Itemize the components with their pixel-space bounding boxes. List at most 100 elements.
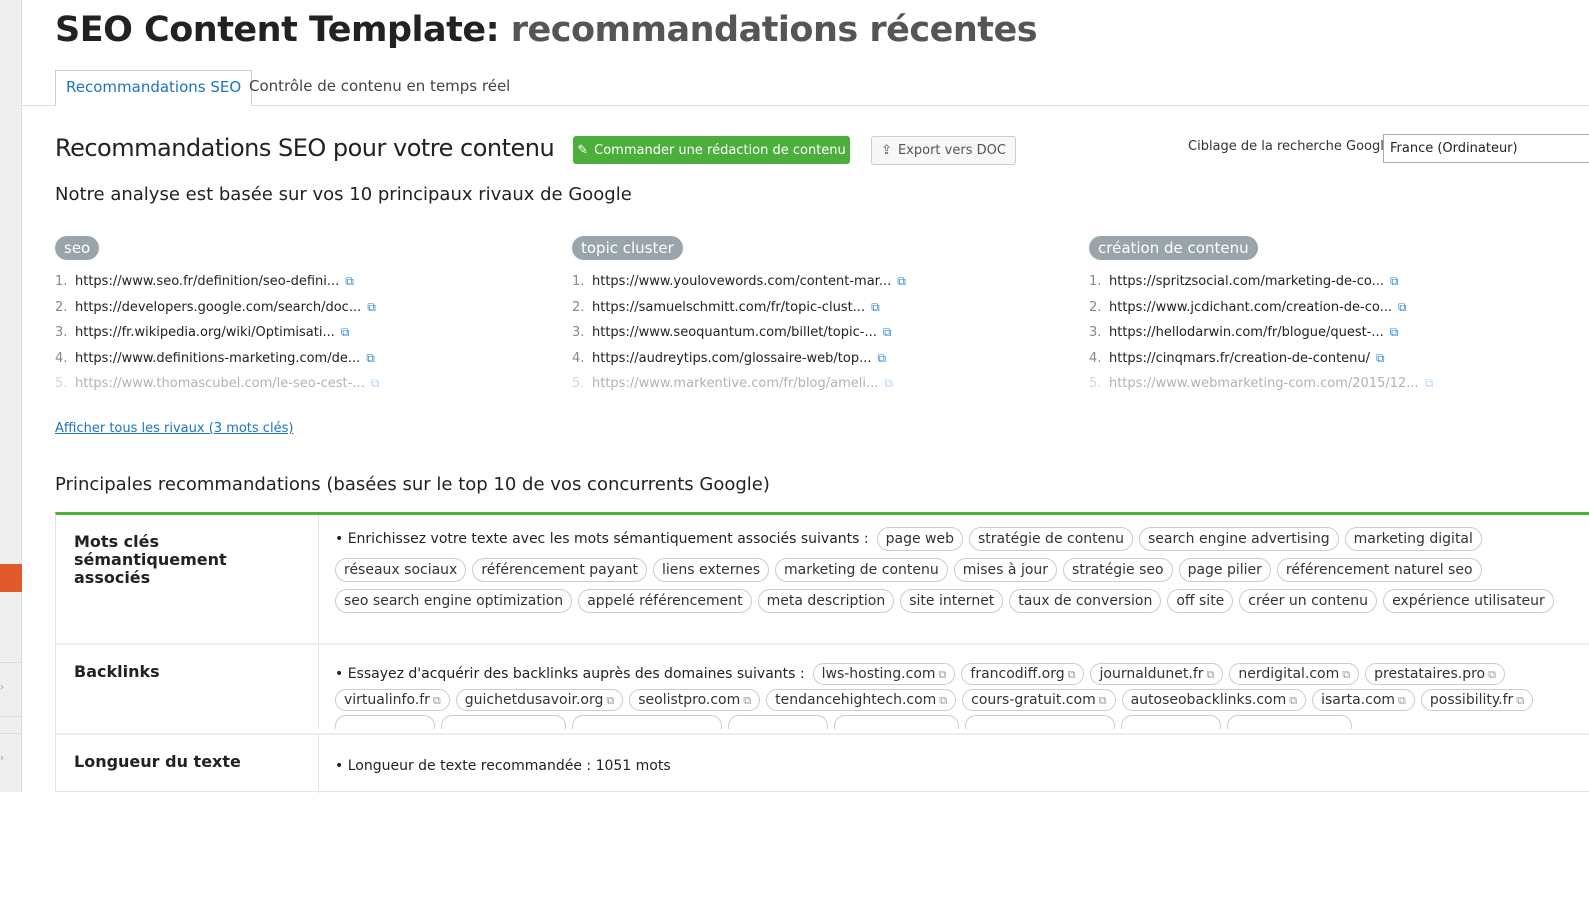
semantic-lead: • Enrichissez votre texte avec les mots … xyxy=(335,531,869,547)
semantic-term-chip[interactable]: mises à jour xyxy=(953,558,1058,582)
backlink-domain-chip[interactable]: seolistpro.com ⧉ xyxy=(629,689,761,711)
backlink-domain-chip[interactable]: prestataires.pro ⧉ xyxy=(1365,663,1505,685)
external-link-icon[interactable]: ⧉ xyxy=(1376,351,1385,365)
rival-url[interactable]: https://samuelschmitt.com/fr/topic-clust… xyxy=(592,300,865,315)
external-link-icon[interactable]: ⧉ xyxy=(371,376,380,390)
external-link-icon[interactable]: ⧉ xyxy=(877,351,886,365)
external-link-icon[interactable]: ⧉ xyxy=(1068,668,1076,681)
external-link-icon[interactable]: ⧉ xyxy=(341,325,350,339)
external-link-icon[interactable]: ⧉ xyxy=(1390,325,1399,339)
semantic-term-chip[interactable]: seo search engine optimization xyxy=(335,589,573,613)
row-backlinks: Backlinks • Essayez d'acquérir des backl… xyxy=(56,645,1589,735)
backlink-domain-chip[interactable]: journaldunet.fr ⧉ xyxy=(1090,663,1224,685)
rival-url[interactable]: https://cinqmars.fr/creation-de-contenu/ xyxy=(1109,351,1370,366)
external-link-icon[interactable]: ⧉ xyxy=(1425,376,1434,390)
domain-label: virtualinfo.fr xyxy=(344,692,430,708)
semantic-term-chip[interactable]: page pilier xyxy=(1178,558,1271,582)
external-link-icon[interactable]: ⧉ xyxy=(939,694,947,707)
backlink-domain-chip-clipped[interactable] xyxy=(572,715,722,729)
external-link-icon[interactable]: ⧉ xyxy=(606,694,614,707)
backlink-domain-chip-clipped[interactable] xyxy=(441,715,566,729)
semantic-term-chip[interactable]: expérience utilisateur xyxy=(1383,589,1554,613)
semantic-term-chip[interactable]: marketing de contenu xyxy=(775,558,948,582)
semantic-term-chip[interactable]: marketing digital xyxy=(1344,527,1482,551)
backlink-domain-chip-clipped[interactable] xyxy=(834,715,959,729)
targeting-select[interactable]: France (Ordinateur) xyxy=(1383,134,1589,163)
rival-url[interactable]: https://hellodarwin.com/fr/blogue/quest-… xyxy=(1109,325,1384,340)
semantic-term-chip[interactable]: stratégie de contenu xyxy=(969,527,1133,551)
show-all-rivals-link[interactable]: Afficher tous les rivaux (3 mots clés) xyxy=(55,421,293,436)
external-link-icon[interactable]: ⧉ xyxy=(871,300,880,314)
backlink-domain-chip[interactable]: nerdigital.com ⧉ xyxy=(1229,663,1360,685)
backlink-domain-chip[interactable]: francodiff.org ⧉ xyxy=(961,663,1085,685)
backlink-domain-chip[interactable]: possibility.fr ⧉ xyxy=(1420,689,1534,711)
backlink-domain-chip[interactable]: autoseobacklinks.com ⧉ xyxy=(1121,689,1307,711)
tab-controle-contenu[interactable]: Contrôle de contenu en temps réel xyxy=(239,70,520,106)
semantic-term-chip[interactable]: créer un contenu xyxy=(1239,589,1378,613)
rank-number: 2. xyxy=(572,299,585,315)
semantic-term-chip[interactable]: référencement naturel seo xyxy=(1276,558,1482,582)
backlink-domain-chip-clipped[interactable] xyxy=(965,715,1115,729)
rival-url[interactable]: https://www.seo.fr/definition/seo-defini… xyxy=(75,274,339,289)
external-link-icon[interactable]: ⧉ xyxy=(884,376,893,390)
chevron-right-icon[interactable]: › xyxy=(0,682,4,693)
semantic-term-chip[interactable]: stratégie seo xyxy=(1063,558,1173,582)
chevron-right-icon[interactable]: › xyxy=(0,753,4,764)
backlink-domain-chip-clipped[interactable] xyxy=(728,715,828,729)
order-content-button[interactable]: ✎ Commander une rédaction de contenu xyxy=(573,136,850,164)
external-link-icon[interactable]: ⧉ xyxy=(1207,668,1215,681)
external-link-icon[interactable]: ⧉ xyxy=(433,694,441,707)
rival-url[interactable]: https://fr.wikipedia.org/wiki/Optimisati… xyxy=(75,325,335,340)
external-link-icon[interactable]: ⧉ xyxy=(1398,694,1406,707)
semantic-term-chip[interactable]: réseaux sociaux xyxy=(335,558,467,582)
external-link-icon[interactable]: ⧉ xyxy=(1488,668,1496,681)
rival-url[interactable]: https://developers.google.com/search/doc… xyxy=(75,300,361,315)
backlink-domain-chip[interactable]: guichetdusavoir.org ⧉ xyxy=(455,689,624,711)
rival-item: 4. https://audreytips.com/glossaire-web/t… xyxy=(572,351,1052,377)
semantic-term-chip[interactable]: meta description xyxy=(757,589,895,613)
semantic-term-chip[interactable]: appelé référencement xyxy=(578,589,752,613)
external-link-icon[interactable]: ⧉ xyxy=(367,300,376,314)
backlink-domain-chip[interactable]: tendancehightech.com ⧉ xyxy=(766,689,957,711)
backlink-domain-chip-clipped[interactable] xyxy=(1227,715,1352,729)
sidebar-active-marker[interactable] xyxy=(0,564,22,592)
backlink-domain-chip[interactable]: lws-hosting.com ⧉ xyxy=(812,663,956,685)
semantic-term-chip[interactable]: liens externes xyxy=(652,558,770,582)
rival-url[interactable]: https://www.seoquantum.com/billet/topic-… xyxy=(592,325,877,340)
external-link-icon[interactable]: ⧉ xyxy=(366,351,375,365)
external-link-icon[interactable]: ⧉ xyxy=(897,274,906,288)
rival-url[interactable]: https://www.webmarketing-com.com/2015/12… xyxy=(1109,376,1419,391)
backlink-domain-chip[interactable]: virtualinfo.fr ⧉ xyxy=(335,689,450,711)
semantic-term-chip[interactable]: référencement payant xyxy=(472,558,647,582)
external-link-icon[interactable]: ⧉ xyxy=(1342,668,1350,681)
semantic-term-chip[interactable]: search engine advertising xyxy=(1139,527,1339,551)
rival-url[interactable]: https://audreytips.com/glossaire-web/top… xyxy=(592,351,871,366)
external-link-icon[interactable]: ⧉ xyxy=(883,325,892,339)
recommendations-title: Principales recommandations (basées sur … xyxy=(55,474,770,495)
external-link-icon[interactable]: ⧉ xyxy=(1390,274,1399,288)
tab-recommandations-seo[interactable]: Recommandations SEO xyxy=(55,70,253,106)
backlink-domain-chip-clipped[interactable] xyxy=(335,715,435,729)
external-link-icon[interactable]: ⧉ xyxy=(1516,694,1524,707)
external-link-icon[interactable]: ⧉ xyxy=(743,694,751,707)
external-link-icon[interactable]: ⧉ xyxy=(1289,694,1297,707)
rival-url[interactable]: https://www.thomascubel.com/le-seo-cest-… xyxy=(75,376,365,391)
rival-url[interactable]: https://www.jcdichant.com/creation-de-co… xyxy=(1109,300,1392,315)
external-link-icon[interactable]: ⧉ xyxy=(1099,694,1107,707)
external-link-icon[interactable]: ⧉ xyxy=(345,274,354,288)
backlink-domain-chip-clipped[interactable] xyxy=(1121,715,1221,729)
semantic-term-chip[interactable]: off site xyxy=(1167,589,1234,613)
rival-url[interactable]: https://www.definitions-marketing.com/de… xyxy=(75,351,360,366)
rival-url[interactable]: https://spritzsocial.com/marketing-de-co… xyxy=(1109,274,1384,289)
export-doc-button[interactable]: ⇪ Export vers DOC xyxy=(871,136,1016,165)
domain-label: nerdigital.com xyxy=(1238,666,1340,682)
rival-url[interactable]: https://www.markentive.com/fr/blog/ameli… xyxy=(592,376,878,391)
backlink-domain-chip[interactable]: cours-gratuit.com ⧉ xyxy=(962,689,1116,711)
external-link-icon[interactable]: ⧉ xyxy=(939,668,947,681)
backlink-domain-chip[interactable]: isarta.com ⧉ xyxy=(1312,689,1415,711)
semantic-term-chip[interactable]: site internet xyxy=(900,589,1004,613)
semantic-term-chip[interactable]: taux de conversion xyxy=(1009,589,1162,613)
rival-url[interactable]: https://www.youlovewords.com/content-mar… xyxy=(592,274,891,289)
external-link-icon[interactable]: ⧉ xyxy=(1398,300,1407,314)
semantic-term-chip[interactable]: page web xyxy=(876,527,963,551)
